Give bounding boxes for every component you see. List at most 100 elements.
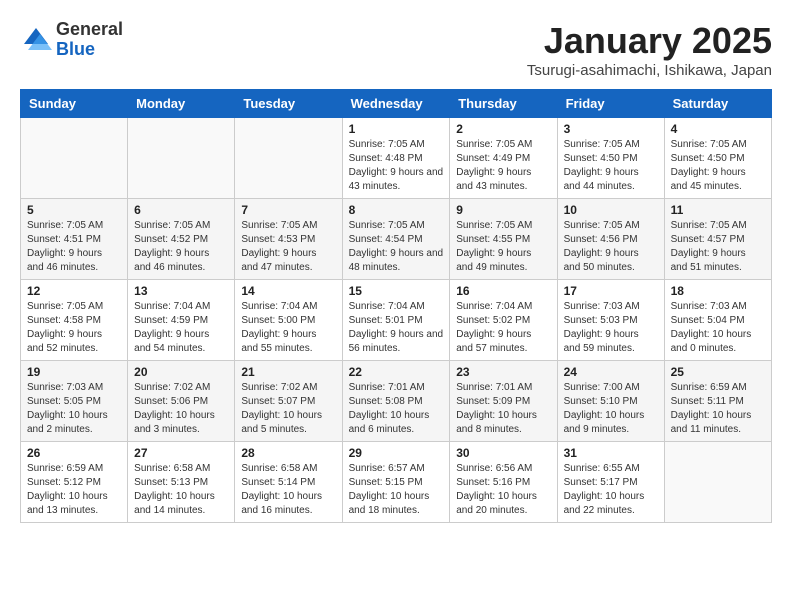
- title-section: January 2025 Tsurugi-asahimachi, Ishikaw…: [527, 20, 772, 79]
- logo-blue: Blue: [56, 40, 123, 60]
- day-number: 7: [241, 203, 335, 217]
- calendar-cell: 1 Sunrise: 7:05 AM Sunset: 4:48 PM Daylig…: [342, 118, 450, 199]
- calendar-title: January 2025: [527, 20, 772, 62]
- calendar-cell: 8 Sunrise: 7:05 AM Sunset: 4:54 PM Daylig…: [342, 199, 450, 280]
- day-number: 2: [456, 122, 550, 136]
- calendar-week-row: 12Sunrise: 7:05 AM Sunset: 4:58 PM Dayli…: [21, 280, 772, 361]
- day-info: Sunrise: 7:03 AM Sunset: 5:05 PM Dayligh…: [27, 381, 121, 437]
- day-number: 30: [456, 446, 550, 460]
- calendar-cell: 30 Sunrise: 6:56 AM Sunset: 5:16 PM Dayli…: [450, 442, 557, 523]
- day-number: 18: [671, 284, 765, 298]
- calendar-week-row: 1 Sunrise: 7:05 AM Sunset: 4:48 PM Daylig…: [21, 118, 772, 199]
- day-number: 5: [27, 203, 121, 217]
- day-number: 4: [671, 122, 765, 136]
- day-info: Sunrise: 6:57 AM Sunset: 5:15 PM Dayligh…: [349, 462, 444, 518]
- calendar-cell: [235, 118, 342, 199]
- calendar-cell: 21 Sunrise: 7:02 AM Sunset: 5:07 PM Dayli…: [235, 361, 342, 442]
- day-info: Sunrise: 7:04 AM Sunset: 5:02 PM Dayligh…: [456, 300, 550, 356]
- day-info: Sunrise: 6:58 AM Sunset: 5:13 PM Dayligh…: [134, 462, 228, 518]
- calendar-cell: 5Sunrise: 7:05 AM Sunset: 4:51 PM Daylig…: [21, 199, 128, 280]
- calendar-cell: 12Sunrise: 7:05 AM Sunset: 4:58 PM Dayli…: [21, 280, 128, 361]
- day-info: Sunrise: 7:04 AM Sunset: 5:01 PM Dayligh…: [349, 300, 444, 356]
- day-number: 16: [456, 284, 550, 298]
- calendar-cell: 11 Sunrise: 7:05 AM Sunset: 4:57 PM Dayli…: [664, 199, 771, 280]
- day-number: 26: [27, 446, 121, 460]
- calendar-subtitle: Tsurugi-asahimachi, Ishikawa, Japan: [527, 62, 772, 79]
- calendar-cell: 14Sunrise: 7:04 AM Sunset: 5:00 PM Dayli…: [235, 280, 342, 361]
- header: General Blue January 2025 Tsurugi-asahim…: [20, 20, 772, 79]
- calendar-cell: 6Sunrise: 7:05 AM Sunset: 4:52 PM Daylig…: [128, 199, 235, 280]
- day-number: 3: [564, 122, 658, 136]
- calendar-cell: 26 Sunrise: 6:59 AM Sunset: 5:12 PM Dayli…: [21, 442, 128, 523]
- day-number: 6: [134, 203, 228, 217]
- calendar-cell: 23Sunrise: 7:01 AM Sunset: 5:09 PM Dayli…: [450, 361, 557, 442]
- logo-general: General: [56, 20, 123, 40]
- day-info: Sunrise: 7:05 AM Sunset: 4:50 PM Dayligh…: [671, 138, 765, 194]
- day-info: Sunrise: 6:59 AM Sunset: 5:11 PM Dayligh…: [671, 381, 765, 437]
- day-number: 31: [564, 446, 658, 460]
- logo-icon: [20, 24, 52, 56]
- day-number: 23: [456, 365, 550, 379]
- logo-text: General Blue: [56, 20, 123, 60]
- calendar-cell: 27 Sunrise: 6:58 AM Sunset: 5:13 PM Dayli…: [128, 442, 235, 523]
- calendar-cell: 9Sunrise: 7:05 AM Sunset: 4:55 PM Daylig…: [450, 199, 557, 280]
- calendar-cell: 25 Sunrise: 6:59 AM Sunset: 5:11 PM Dayli…: [664, 361, 771, 442]
- calendar-cell: 10 Sunrise: 7:05 AM Sunset: 4:56 PM Dayli…: [557, 199, 664, 280]
- calendar-cell: [664, 442, 771, 523]
- day-info: Sunrise: 7:03 AM Sunset: 5:03 PM Dayligh…: [564, 300, 658, 356]
- day-info: Sunrise: 7:05 AM Sunset: 4:50 PM Dayligh…: [564, 138, 658, 194]
- day-info: Sunrise: 7:01 AM Sunset: 5:08 PM Dayligh…: [349, 381, 444, 437]
- day-info: Sunrise: 7:05 AM Sunset: 4:54 PM Dayligh…: [349, 219, 444, 275]
- day-number: 15: [349, 284, 444, 298]
- calendar-cell: 7 Sunrise: 7:05 AM Sunset: 4:53 PM Daylig…: [235, 199, 342, 280]
- weekday-header-sunday: Sunday: [21, 90, 128, 118]
- calendar-cell: 29 Sunrise: 6:57 AM Sunset: 5:15 PM Dayli…: [342, 442, 450, 523]
- day-info: Sunrise: 7:05 AM Sunset: 4:56 PM Dayligh…: [564, 219, 658, 275]
- day-info: Sunrise: 7:03 AM Sunset: 5:04 PM Dayligh…: [671, 300, 765, 356]
- day-number: 10: [564, 203, 658, 217]
- day-number: 8: [349, 203, 444, 217]
- day-number: 28: [241, 446, 335, 460]
- day-info: Sunrise: 6:56 AM Sunset: 5:16 PM Dayligh…: [456, 462, 550, 518]
- day-number: 11: [671, 203, 765, 217]
- weekday-header-saturday: Saturday: [664, 90, 771, 118]
- calendar-cell: 22Sunrise: 7:01 AM Sunset: 5:08 PM Dayli…: [342, 361, 450, 442]
- day-number: 20: [134, 365, 228, 379]
- day-info: Sunrise: 7:00 AM Sunset: 5:10 PM Dayligh…: [564, 381, 658, 437]
- calendar-cell: [128, 118, 235, 199]
- calendar-cell: 17 Sunrise: 7:03 AM Sunset: 5:03 PM Dayli…: [557, 280, 664, 361]
- weekday-header-row: SundayMondayTuesdayWednesdayThursdayFrid…: [21, 90, 772, 118]
- day-number: 27: [134, 446, 228, 460]
- day-info: Sunrise: 7:05 AM Sunset: 4:57 PM Dayligh…: [671, 219, 765, 275]
- calendar-cell: 2 Sunrise: 7:05 AM Sunset: 4:49 PM Daylig…: [450, 118, 557, 199]
- day-number: 21: [241, 365, 335, 379]
- day-info: Sunrise: 6:55 AM Sunset: 5:17 PM Dayligh…: [564, 462, 658, 518]
- day-number: 25: [671, 365, 765, 379]
- day-number: 17: [564, 284, 658, 298]
- day-info: Sunrise: 7:05 AM Sunset: 4:58 PM Dayligh…: [27, 300, 121, 356]
- day-info: Sunrise: 7:04 AM Sunset: 5:00 PM Dayligh…: [241, 300, 335, 356]
- day-info: Sunrise: 7:05 AM Sunset: 4:48 PM Dayligh…: [349, 138, 444, 194]
- calendar-cell: 3 Sunrise: 7:05 AM Sunset: 4:50 PM Daylig…: [557, 118, 664, 199]
- day-info: Sunrise: 6:59 AM Sunset: 5:12 PM Dayligh…: [27, 462, 121, 518]
- calendar-cell: [21, 118, 128, 199]
- calendar-table: SundayMondayTuesdayWednesdayThursdayFrid…: [20, 89, 772, 523]
- weekday-header-tuesday: Tuesday: [235, 90, 342, 118]
- day-info: Sunrise: 7:05 AM Sunset: 4:49 PM Dayligh…: [456, 138, 550, 194]
- day-number: 29: [349, 446, 444, 460]
- day-number: 1: [349, 122, 444, 136]
- day-number: 24: [564, 365, 658, 379]
- calendar-cell: 16 Sunrise: 7:04 AM Sunset: 5:02 PM Dayli…: [450, 280, 557, 361]
- weekday-header-monday: Monday: [128, 90, 235, 118]
- day-info: Sunrise: 6:58 AM Sunset: 5:14 PM Dayligh…: [241, 462, 335, 518]
- calendar-cell: 4 Sunrise: 7:05 AM Sunset: 4:50 PM Daylig…: [664, 118, 771, 199]
- calendar-cell: 18 Sunrise: 7:03 AM Sunset: 5:04 PM Dayli…: [664, 280, 771, 361]
- day-info: Sunrise: 7:05 AM Sunset: 4:53 PM Dayligh…: [241, 219, 335, 275]
- day-info: Sunrise: 7:02 AM Sunset: 5:06 PM Dayligh…: [134, 381, 228, 437]
- day-info: Sunrise: 7:02 AM Sunset: 5:07 PM Dayligh…: [241, 381, 335, 437]
- day-info: Sunrise: 7:05 AM Sunset: 4:55 PM Dayligh…: [456, 219, 550, 275]
- calendar-week-row: 19Sunrise: 7:03 AM Sunset: 5:05 PM Dayli…: [21, 361, 772, 442]
- calendar-week-row: 26 Sunrise: 6:59 AM Sunset: 5:12 PM Dayli…: [21, 442, 772, 523]
- weekday-header-thursday: Thursday: [450, 90, 557, 118]
- calendar-week-row: 5Sunrise: 7:05 AM Sunset: 4:51 PM Daylig…: [21, 199, 772, 280]
